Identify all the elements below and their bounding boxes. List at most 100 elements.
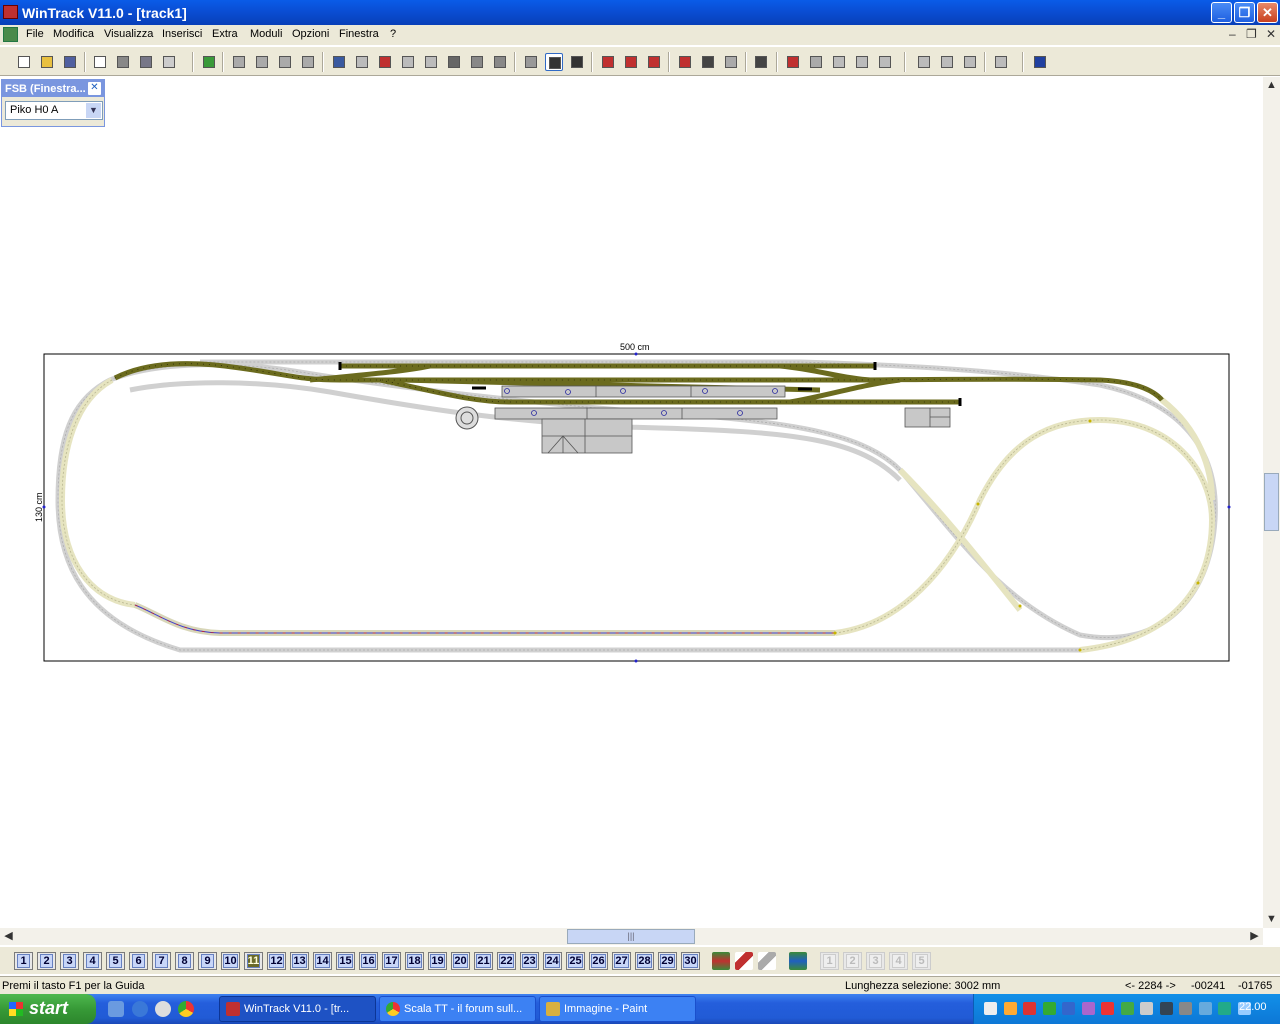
menu-file[interactable]: File [26, 28, 44, 40]
layer-button-30[interactable]: 30 [681, 952, 700, 970]
layer-button-5[interactable]: 5 [106, 952, 125, 970]
flex-track-icon[interactable] [522, 53, 540, 71]
extra-layer-button-4[interactable]: 4 [889, 952, 908, 970]
extra-layer-button-5[interactable]: 5 [912, 952, 931, 970]
straight-track-icon[interactable] [568, 53, 586, 71]
scroll-left-icon[interactable]: ◀ [0, 928, 17, 945]
layer-button-26[interactable]: 26 [589, 952, 608, 970]
vertical-scrollbar[interactable]: ▲ ▼ [1263, 77, 1280, 928]
transfer-icon[interactable] [876, 53, 894, 71]
menu-help[interactable]: ? [390, 28, 396, 40]
horizontal-scroll-thumb[interactable]: ||| [567, 929, 695, 944]
layer-button-28[interactable]: 28 [635, 952, 654, 970]
start-button[interactable]: start [0, 994, 96, 1024]
zoom-in-icon[interactable] [253, 53, 271, 71]
sync-icon[interactable] [1062, 1002, 1075, 1015]
height-icon[interactable] [915, 53, 933, 71]
menu-modifica[interactable]: Modifica [53, 28, 94, 40]
security-icon[interactable] [1023, 1002, 1036, 1015]
red-block-2-icon[interactable] [645, 53, 663, 71]
layer-button-25[interactable]: 25 [566, 952, 585, 970]
layer-button-18[interactable]: 18 [405, 952, 424, 970]
copy-layer-icon[interactable] [376, 53, 394, 71]
menu-inserisci[interactable]: Inserisci [162, 28, 202, 40]
height-2-icon[interactable] [938, 53, 956, 71]
chrome-icon[interactable] [178, 1001, 194, 1017]
update-icon[interactable] [1042, 1002, 1056, 1015]
print-setup-icon[interactable] [137, 53, 155, 71]
curve-track-icon[interactable] [545, 53, 563, 71]
mdi-close-button[interactable]: ✕ [1266, 27, 1276, 41]
scroll-up-icon[interactable]: ▲ [1263, 77, 1280, 94]
media-player-icon[interactable] [155, 1001, 171, 1017]
explode-icon[interactable] [992, 53, 1010, 71]
extra-layer-button-1[interactable]: 1 [820, 952, 839, 970]
bluetooth-icon[interactable] [1003, 1002, 1017, 1015]
layout-drawing[interactable]: 500 cm 130 cm [0, 77, 1263, 928]
document-icon[interactable] [3, 27, 18, 42]
maximize-button[interactable]: ❐ [1234, 2, 1255, 23]
scroll-right-icon[interactable]: ▶ [1246, 928, 1263, 945]
layer-button-27[interactable]: 27 [612, 952, 631, 970]
zoom-all-icon[interactable] [299, 53, 317, 71]
layer-button-19[interactable]: 19 [428, 952, 447, 970]
print-preview-icon[interactable] [91, 53, 109, 71]
layer-button-24[interactable]: 24 [543, 952, 562, 970]
height-3-icon[interactable] [961, 53, 979, 71]
join-icon[interactable] [830, 53, 848, 71]
open-icon[interactable] [38, 53, 56, 71]
internet-explorer-icon[interactable] [132, 1001, 148, 1017]
shield-tray-icon[interactable] [1218, 1002, 1231, 1015]
fsb-close-button[interactable]: ✕ [88, 82, 101, 95]
switch-icon[interactable] [784, 53, 802, 71]
layer-button-23[interactable]: 23 [520, 952, 539, 970]
network-icon[interactable] [984, 1002, 997, 1015]
task-chrome[interactable]: Scala TT - il forum sull... [379, 996, 536, 1022]
scroll-down-icon[interactable]: ▼ [1263, 911, 1280, 928]
layer-button-11[interactable]: 11 [244, 952, 263, 970]
layer-button-6[interactable]: 6 [129, 952, 148, 970]
layer-button-4[interactable]: 4 [83, 952, 102, 970]
track-library-select[interactable]: Piko H0 A ▼ [5, 101, 103, 120]
layer-button-9[interactable]: 9 [198, 952, 217, 970]
layer-button-2[interactable]: 2 [37, 952, 56, 970]
split-icon[interactable] [853, 53, 871, 71]
layer-button-7[interactable]: 7 [152, 952, 171, 970]
wintrack-app-icon[interactable] [3, 5, 18, 19]
connect-icon[interactable] [676, 53, 694, 71]
show-desktop-icon[interactable] [108, 1001, 124, 1017]
switch-2-icon[interactable] [807, 53, 825, 71]
zoom-window-icon[interactable] [276, 53, 294, 71]
layer-button-3[interactable]: 3 [60, 952, 79, 970]
volume-icon[interactable] [1140, 1002, 1153, 1015]
drawing-canvas[interactable]: 500 cm 130 cm [0, 77, 1263, 928]
extra-layer-button-2[interactable]: 2 [843, 952, 862, 970]
usb-icon[interactable] [1101, 1002, 1114, 1015]
new-icon[interactable] [15, 53, 33, 71]
speaker-icon[interactable] [1179, 1002, 1192, 1015]
task-paint[interactable]: Immagine - Paint [539, 996, 696, 1022]
antivirus-icon[interactable] [1081, 1002, 1095, 1015]
layer-button-13[interactable]: 13 [290, 952, 309, 970]
print-icon[interactable] [114, 53, 132, 71]
page-setup-icon[interactable] [160, 53, 178, 71]
align-2-icon[interactable] [422, 53, 440, 71]
menu-moduli[interactable]: Moduli [250, 28, 282, 40]
rotate-icon[interactable] [722, 53, 740, 71]
measure-icon[interactable] [752, 53, 770, 71]
extra-layer-button-3[interactable]: 3 [866, 952, 885, 970]
copy-icon[interactable] [468, 53, 486, 71]
help-icon[interactable] [1031, 53, 1049, 71]
layer-button-22[interactable]: 22 [497, 952, 516, 970]
horizontal-scrollbar[interactable]: ◀ ||| ▶ [0, 928, 1263, 945]
layer-button-17[interactable]: 17 [382, 952, 401, 970]
monitor-icon[interactable] [1159, 1002, 1173, 1015]
layer-button-14[interactable]: 14 [313, 952, 332, 970]
close-button[interactable]: ✕ [1257, 2, 1278, 23]
layer-button-1[interactable]: 1 [14, 952, 33, 970]
save-icon[interactable] [61, 53, 79, 71]
layer-red-icon[interactable] [735, 952, 753, 970]
layer-button-16[interactable]: 16 [359, 952, 378, 970]
task-wintrack[interactable]: WinTrack V11.0 - [tr... [219, 996, 376, 1022]
align-icon[interactable] [399, 53, 417, 71]
